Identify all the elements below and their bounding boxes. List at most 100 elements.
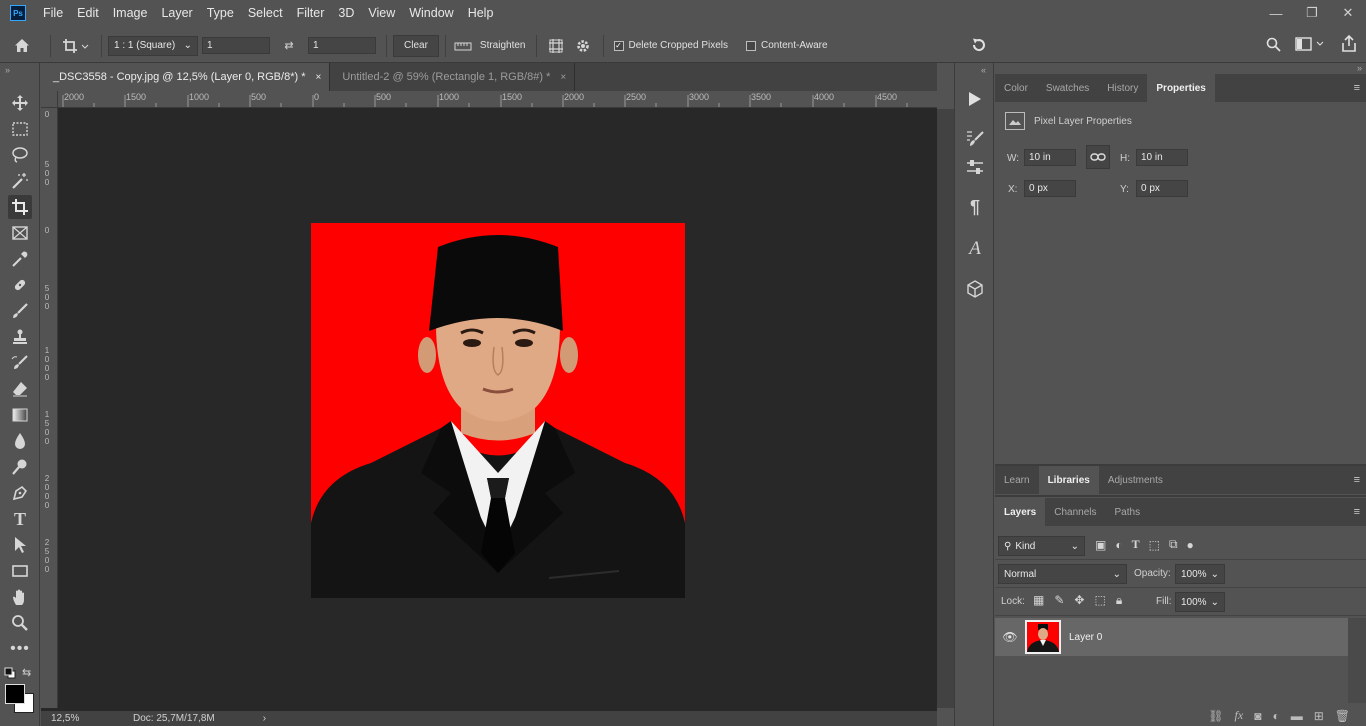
close-tab-icon[interactable]: × <box>315 72 321 83</box>
play-actions-icon[interactable] <box>963 87 987 111</box>
menu-layer[interactable]: Layer <box>154 0 199 26</box>
menu-edit[interactable]: Edit <box>70 0 106 26</box>
lock-position-icon[interactable]: ✥ <box>1074 593 1084 608</box>
filter-toggle-icon[interactable]: ● <box>1187 538 1194 552</box>
tab-swatches[interactable]: Swatches <box>1037 74 1098 102</box>
content-aware-checkbox[interactable]: Content-Aware <box>746 40 828 51</box>
delete-layer-icon[interactable]: 🗑︎ <box>1335 709 1350 723</box>
lock-artboard-icon[interactable]: ⬚ <box>1094 593 1105 608</box>
restore-icon[interactable]: ❐ <box>1294 0 1330 26</box>
grid-overlay-icon[interactable] <box>543 38 569 54</box>
reset-crop-icon[interactable] <box>968 37 990 53</box>
minimize-icon[interactable]: — <box>1258 0 1294 26</box>
more-tools-icon[interactable]: ••• <box>8 637 32 661</box>
home-icon[interactable] <box>0 38 44 53</box>
menu-type[interactable]: Type <box>200 0 241 26</box>
paragraph-icon[interactable]: ¶ <box>963 195 987 219</box>
fill-field[interactable]: 100% ⌄ <box>1175 592 1225 612</box>
new-layer-icon[interactable]: ⊞ <box>1314 709 1324 723</box>
history-brush-tool-icon[interactable] <box>8 351 32 375</box>
path-selection-tool-icon[interactable] <box>8 533 32 557</box>
menu-filter[interactable]: Filter <box>290 0 332 26</box>
y-field[interactable]: 0 px <box>1136 180 1188 197</box>
tab-layers[interactable]: Layers <box>995 498 1046 526</box>
ratio-select[interactable]: 1 : 1 (Square) ⌄ <box>108 35 198 56</box>
tab-properties[interactable]: Properties <box>1147 74 1215 102</box>
width-field[interactable]: 10 in <box>1024 149 1076 166</box>
rectangle-tool-icon[interactable] <box>8 559 32 583</box>
close-window-icon[interactable]: ✕ <box>1330 0 1366 26</box>
clone-stamp-tool-icon[interactable] <box>8 325 32 349</box>
dodge-tool-icon[interactable] <box>8 455 32 479</box>
menu-help[interactable]: Help <box>461 0 501 26</box>
menu-image[interactable]: Image <box>106 0 155 26</box>
panel-menu-icon[interactable]: ≡ <box>1354 474 1360 486</box>
share-icon[interactable] <box>1338 35 1360 52</box>
menu-file[interactable]: File <box>36 0 70 26</box>
crop-tool-icon[interactable] <box>8 195 32 219</box>
search-icon[interactable] <box>1262 37 1284 52</box>
tab-color[interactable]: Color <box>995 74 1037 102</box>
zoom-level[interactable]: 12,5% <box>41 713 93 724</box>
menu-select[interactable]: Select <box>241 0 290 26</box>
panel-menu-icon[interactable]: ≡ <box>1354 82 1360 94</box>
tab-paths[interactable]: Paths <box>1106 498 1150 526</box>
lock-transparency-icon[interactable]: ▦ <box>1033 593 1044 608</box>
swap-dimensions-icon[interactable]: ⇄ <box>270 39 308 52</box>
lock-pixels-icon[interactable]: ✎ <box>1054 593 1064 608</box>
vertical-ruler[interactable]: 0 5 0 0 0 5 0 0 1 0 0 0 1 5 0 0 2 0 0 0 … <box>41 108 58 708</box>
gear-icon[interactable] <box>569 38 597 54</box>
tab-adjustments[interactable]: Adjustments <box>1099 466 1172 494</box>
magic-wand-tool-icon[interactable] <box>8 169 32 193</box>
vertical-scrollbar[interactable] <box>937 109 954 708</box>
blend-mode-select[interactable]: Normal ⌄ <box>998 564 1127 584</box>
clear-button[interactable]: Clear <box>393 34 439 57</box>
delete-cropped-checkbox[interactable]: ✓ Delete Cropped Pixels <box>613 40 728 51</box>
status-menu-arrow[interactable]: › <box>263 713 266 724</box>
layers-scrollbar[interactable] <box>1348 618 1366 703</box>
add-mask-icon[interactable]: ◙ <box>1254 709 1261 723</box>
tab-learn[interactable]: Learn <box>995 466 1039 494</box>
straighten-label[interactable]: Straighten <box>480 40 526 51</box>
tab-libraries[interactable]: Libraries <box>1038 466 1099 494</box>
link-dimensions-icon[interactable] <box>1086 145 1110 169</box>
lock-all-icon[interactable]: 🔒︎ <box>1116 593 1122 608</box>
document-image[interactable] <box>311 223 685 598</box>
layer-name[interactable]: Layer 0 <box>1069 632 1102 643</box>
lasso-tool-icon[interactable] <box>8 143 32 167</box>
straighten-icon[interactable] <box>452 40 474 52</box>
swap-colors-icon[interactable]: ⇆ <box>22 666 31 679</box>
close-tab-icon[interactable]: × <box>560 72 566 83</box>
type-tool-icon[interactable]: T <box>8 507 32 531</box>
crop-height-input[interactable]: 1 <box>308 37 376 54</box>
eye-visibility-icon[interactable]: 👁︎ <box>995 630 1025 644</box>
panel-menu-icon[interactable]: ≡ <box>1354 506 1360 518</box>
opacity-field[interactable]: 100% ⌄ <box>1175 564 1225 584</box>
default-colors-icon[interactable] <box>4 667 16 679</box>
filter-shape-icon[interactable]: ⬚ <box>1149 538 1160 552</box>
expand-panels-icon[interactable]: « <box>981 65 986 75</box>
new-group-icon[interactable]: ▬ <box>1291 709 1303 723</box>
crop-tool-preset-icon[interactable] <box>57 38 95 54</box>
filter-adjustment-icon[interactable]: ◐ <box>1115 538 1122 552</box>
3d-cube-icon[interactable] <box>963 277 987 301</box>
horizontal-ruler[interactable]: 2000 1500 1000 500 0 500 1000 1500 2000 … <box>58 91 937 108</box>
filter-type-icon[interactable]: T <box>1132 537 1140 552</box>
marquee-tool-icon[interactable] <box>8 117 32 141</box>
filter-smart-object-icon[interactable]: ⧉ <box>1169 537 1178 552</box>
glyphs-icon[interactable]: A <box>963 237 987 261</box>
collapse-toolbar-icon[interactable]: » <box>5 65 10 75</box>
x-field[interactable]: 0 px <box>1024 180 1076 197</box>
brush-settings-icon[interactable] <box>963 127 987 151</box>
move-tool-icon[interactable] <box>8 91 32 115</box>
gradient-tool-icon[interactable] <box>8 403 32 427</box>
document-tab[interactable]: Untitled-2 @ 59% (Rectangle 1, RGB/8#) *… <box>330 63 576 91</box>
workspace-icon[interactable] <box>1292 37 1330 51</box>
height-field[interactable]: 10 in <box>1136 149 1188 166</box>
crop-width-input[interactable]: 1 <box>202 37 270 54</box>
eraser-tool-icon[interactable] <box>8 377 32 401</box>
menu-window[interactable]: Window <box>402 0 460 26</box>
layer-style-fx-icon[interactable]: fx <box>1235 708 1244 723</box>
menu-view[interactable]: View <box>361 0 402 26</box>
blur-tool-icon[interactable] <box>8 429 32 453</box>
